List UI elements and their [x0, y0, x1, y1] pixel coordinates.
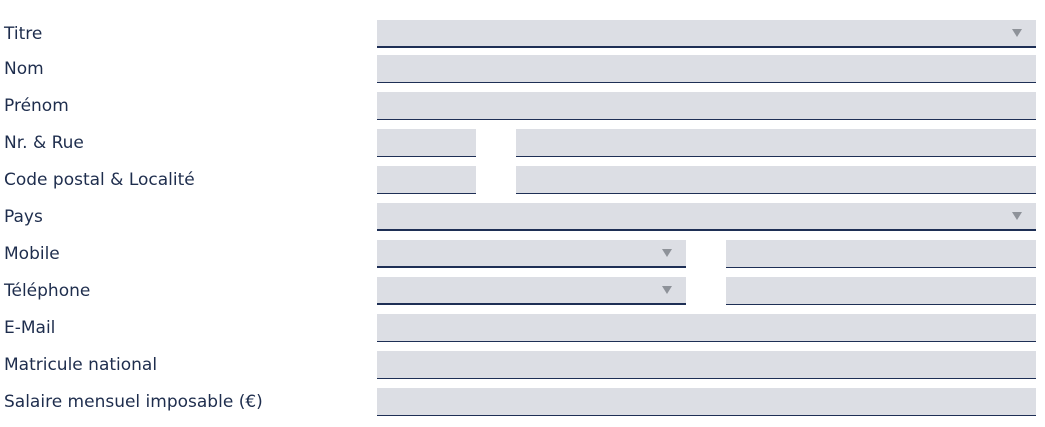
mobile-label: Mobile — [4, 244, 60, 264]
row-salaire: Salaire mensuel imposable (€) — [0, 388, 1045, 416]
telephone-label: Téléphone — [4, 281, 91, 301]
chevron-down-icon — [1012, 29, 1022, 37]
chevron-down-icon — [662, 249, 672, 257]
row-nom: Nom — [0, 55, 1045, 83]
telephone-prefix-select[interactable] — [377, 277, 686, 305]
house-number-input[interactable] — [377, 129, 476, 156]
prenom-field-wrapper — [377, 92, 1036, 120]
row-pays: Pays — [0, 203, 1045, 231]
nom-field-wrapper — [377, 55, 1036, 83]
prenom-input[interactable] — [377, 92, 1036, 119]
city-input[interactable] — [516, 166, 1036, 193]
email-input[interactable] — [377, 314, 1036, 341]
telephone-number-field-wrapper — [726, 277, 1036, 305]
house-number-field-wrapper — [377, 129, 476, 157]
postal-code-field-wrapper — [377, 166, 476, 194]
titre-label: Titre — [4, 24, 43, 44]
matricule-field-wrapper — [377, 351, 1036, 379]
nom-label: Nom — [4, 59, 44, 79]
rue-label: Nr. & Rue — [4, 133, 84, 153]
row-matricule: Matricule national — [0, 351, 1045, 379]
pays-select[interactable] — [377, 203, 1036, 231]
row-localite: Code postal & Localité — [0, 166, 1045, 194]
postal-code-input[interactable] — [377, 166, 476, 193]
titre-select[interactable] — [377, 20, 1036, 48]
telephone-number-input[interactable] — [726, 277, 1036, 304]
mobile-number-input[interactable] — [726, 240, 1036, 267]
prenom-label: Prénom — [4, 96, 69, 116]
nom-input[interactable] — [377, 55, 1036, 82]
pays-label: Pays — [4, 207, 43, 227]
matricule-label: Matricule national — [4, 355, 158, 375]
row-titre: Titre — [0, 20, 1045, 48]
salaire-input[interactable] — [377, 388, 1036, 415]
salaire-label: Salaire mensuel imposable (€) — [4, 392, 263, 412]
matricule-input[interactable] — [377, 351, 1036, 378]
salaire-field-wrapper — [377, 388, 1036, 416]
row-email: E-Mail — [0, 314, 1045, 342]
row-prenom: Prénom — [0, 92, 1045, 120]
row-rue: Nr. & Rue — [0, 129, 1045, 157]
chevron-down-icon — [662, 286, 672, 294]
email-label: E-Mail — [4, 318, 56, 338]
chevron-down-icon — [1012, 212, 1022, 220]
mobile-number-field-wrapper — [726, 240, 1036, 268]
city-field-wrapper — [516, 166, 1036, 194]
localite-label: Code postal & Localité — [4, 170, 195, 190]
email-field-wrapper — [377, 314, 1036, 342]
street-input[interactable] — [516, 129, 1036, 156]
street-field-wrapper — [516, 129, 1036, 157]
row-telephone: Téléphone — [0, 277, 1045, 305]
row-mobile: Mobile — [0, 240, 1045, 268]
mobile-prefix-select[interactable] — [377, 240, 686, 268]
